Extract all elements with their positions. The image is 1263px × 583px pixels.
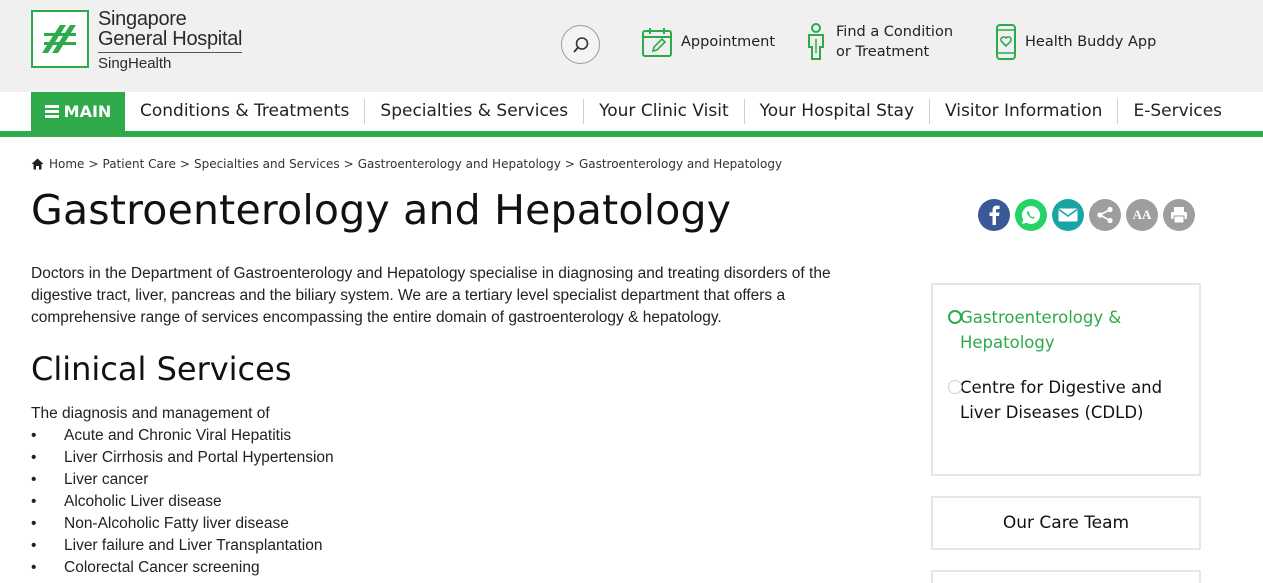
breadcrumb-specialties-services[interactable]: Specialties and Services bbox=[194, 157, 340, 171]
diagnosis-lead-text: The diagnosis and management of bbox=[31, 405, 270, 422]
list-item: • Liver failure and Liver Transplantation bbox=[31, 535, 334, 557]
service-label: Non-Alcoholic Fatty liver disease bbox=[64, 515, 289, 532]
clinical-services-heading: Clinical Services bbox=[31, 350, 292, 388]
service-label: Liver Cirrhosis and Portal Hypertension bbox=[64, 449, 334, 466]
nav-item-hospital-stay[interactable]: Your Hospital Stay bbox=[745, 99, 931, 124]
clinical-services-list: • Acute and Chronic Viral Hepatitis • Live… bbox=[31, 425, 334, 579]
service-label: Alcoholic Liver disease bbox=[64, 493, 222, 510]
service-label: Liver failure and Liver Transplantation bbox=[64, 537, 323, 554]
list-item: • Liver Cirrhosis and Portal Hypertension bbox=[31, 447, 334, 469]
sgh-logo-mark-icon bbox=[31, 10, 89, 68]
list-item: • Colorectal Cancer screening bbox=[31, 557, 334, 579]
smartphone-heart-icon bbox=[995, 24, 1017, 60]
person-icon bbox=[804, 23, 828, 61]
sidebar-item-label: Gastroenterology & Hepatology bbox=[960, 308, 1122, 352]
breadcrumb-gastro-department[interactable]: Gastroenterology and Hepatology bbox=[358, 157, 561, 171]
logo-line-singhealth: SingHealth bbox=[98, 55, 172, 72]
appointment-link[interactable]: Appointment bbox=[641, 25, 775, 59]
font-size-icon[interactable]: AA bbox=[1126, 199, 1158, 231]
nav-items: Conditions & Treatments Specialties & Se… bbox=[125, 92, 1237, 131]
inactive-dot-icon bbox=[948, 380, 962, 394]
share-icon[interactable] bbox=[1089, 199, 1121, 231]
our-care-team-button[interactable]: Our Care Team bbox=[931, 496, 1201, 550]
breadcrumb-separator: > bbox=[179, 157, 190, 171]
logo-line-singapore: Singapore bbox=[98, 8, 187, 30]
service-label: Liver cancer bbox=[64, 471, 149, 488]
font-size-label: AA bbox=[1132, 207, 1152, 222]
nav-item-specialties-services[interactable]: Specialties & Services bbox=[365, 99, 585, 124]
breadcrumb-separator: > bbox=[564, 157, 575, 171]
sidebar-section-nav: Gastroenterology & Hepatology Centre for… bbox=[931, 283, 1201, 476]
nav-item-visitor-information[interactable]: Visitor Information bbox=[930, 99, 1119, 124]
home-icon bbox=[31, 158, 44, 170]
facebook-icon[interactable] bbox=[978, 199, 1010, 231]
share-toolbar: AA bbox=[978, 199, 1200, 231]
logo-line-general-hospital: General Hospital bbox=[98, 29, 242, 53]
nav-item-clinic-visit[interactable]: Your Clinic Visit bbox=[584, 99, 745, 124]
service-label: Colorectal Cancer screening bbox=[64, 559, 260, 576]
breadcrumb-separator: > bbox=[88, 157, 99, 171]
main-menu-label: MAIN bbox=[63, 102, 112, 121]
list-item: • Acute and Chronic Viral Hepatitis bbox=[31, 425, 334, 447]
find-condition-line2: or Treatment bbox=[836, 44, 930, 60]
breadcrumb-patient-care[interactable]: Patient Care bbox=[103, 157, 176, 171]
sidebar-next-panel bbox=[931, 570, 1201, 583]
logo-text: Singapore General Hospital SingHealth bbox=[98, 8, 242, 73]
find-condition-line1: Find a Condition bbox=[836, 24, 954, 40]
breadcrumb-current: Gastroenterology and Hepatology bbox=[578, 157, 783, 171]
search-icon bbox=[572, 36, 588, 53]
top-header: Singapore General Hospital SingHealth Ap… bbox=[0, 0, 1263, 92]
breadcrumb-home[interactable]: Home bbox=[49, 157, 84, 171]
sidebar-item-label: Centre for Digestive and Liver Diseases … bbox=[960, 378, 1163, 422]
breadcrumb-separator: > bbox=[343, 157, 354, 171]
appointment-label: Appointment bbox=[681, 34, 776, 50]
list-item: • Non-Alcoholic Fatty liver disease bbox=[31, 513, 334, 535]
nav-item-e-services[interactable]: E-Services bbox=[1118, 99, 1237, 124]
intro-paragraph: Doctors in the Department of Gastroenter… bbox=[31, 265, 831, 326]
breadcrumb: Home > Patient Care > Specialties and Se… bbox=[31, 157, 782, 171]
list-item: • Liver cancer bbox=[31, 469, 334, 491]
main-menu-button[interactable]: MAIN bbox=[31, 92, 125, 131]
hospital-logo[interactable]: Singapore General Hospital SingHealth bbox=[31, 8, 242, 73]
email-icon[interactable] bbox=[1052, 199, 1084, 231]
calendar-icon bbox=[641, 26, 673, 58]
find-condition-label: Find a Condition or Treatment bbox=[836, 22, 953, 62]
list-item: • Alcoholic Liver disease bbox=[31, 491, 334, 513]
sidebar-item-cdld[interactable]: Centre for Digestive and Liver Diseases … bbox=[948, 375, 1187, 425]
hamburger-icon bbox=[44, 103, 59, 121]
nav-item-conditions-treatments[interactable]: Conditions & Treatments bbox=[125, 99, 366, 124]
page-title: Gastroenterology and Hepatology bbox=[31, 186, 732, 234]
health-buddy-label: Health Buddy App bbox=[1025, 34, 1157, 50]
whatsapp-icon[interactable] bbox=[1015, 199, 1047, 231]
nav-divider bbox=[0, 131, 1263, 137]
sidebar-item-gastroenterology-hepatology[interactable]: Gastroenterology & Hepatology bbox=[948, 305, 1187, 355]
find-condition-link[interactable]: Find a Condition or Treatment bbox=[804, 22, 953, 62]
service-label: Acute and Chronic Viral Hepatitis bbox=[64, 427, 292, 444]
search-button[interactable] bbox=[561, 25, 600, 64]
print-icon[interactable] bbox=[1163, 199, 1195, 231]
main-nav: MAIN Conditions & Treatments Specialties… bbox=[0, 92, 1263, 131]
health-buddy-link[interactable]: Health Buddy App bbox=[995, 24, 1157, 60]
active-dot-icon bbox=[948, 310, 962, 324]
